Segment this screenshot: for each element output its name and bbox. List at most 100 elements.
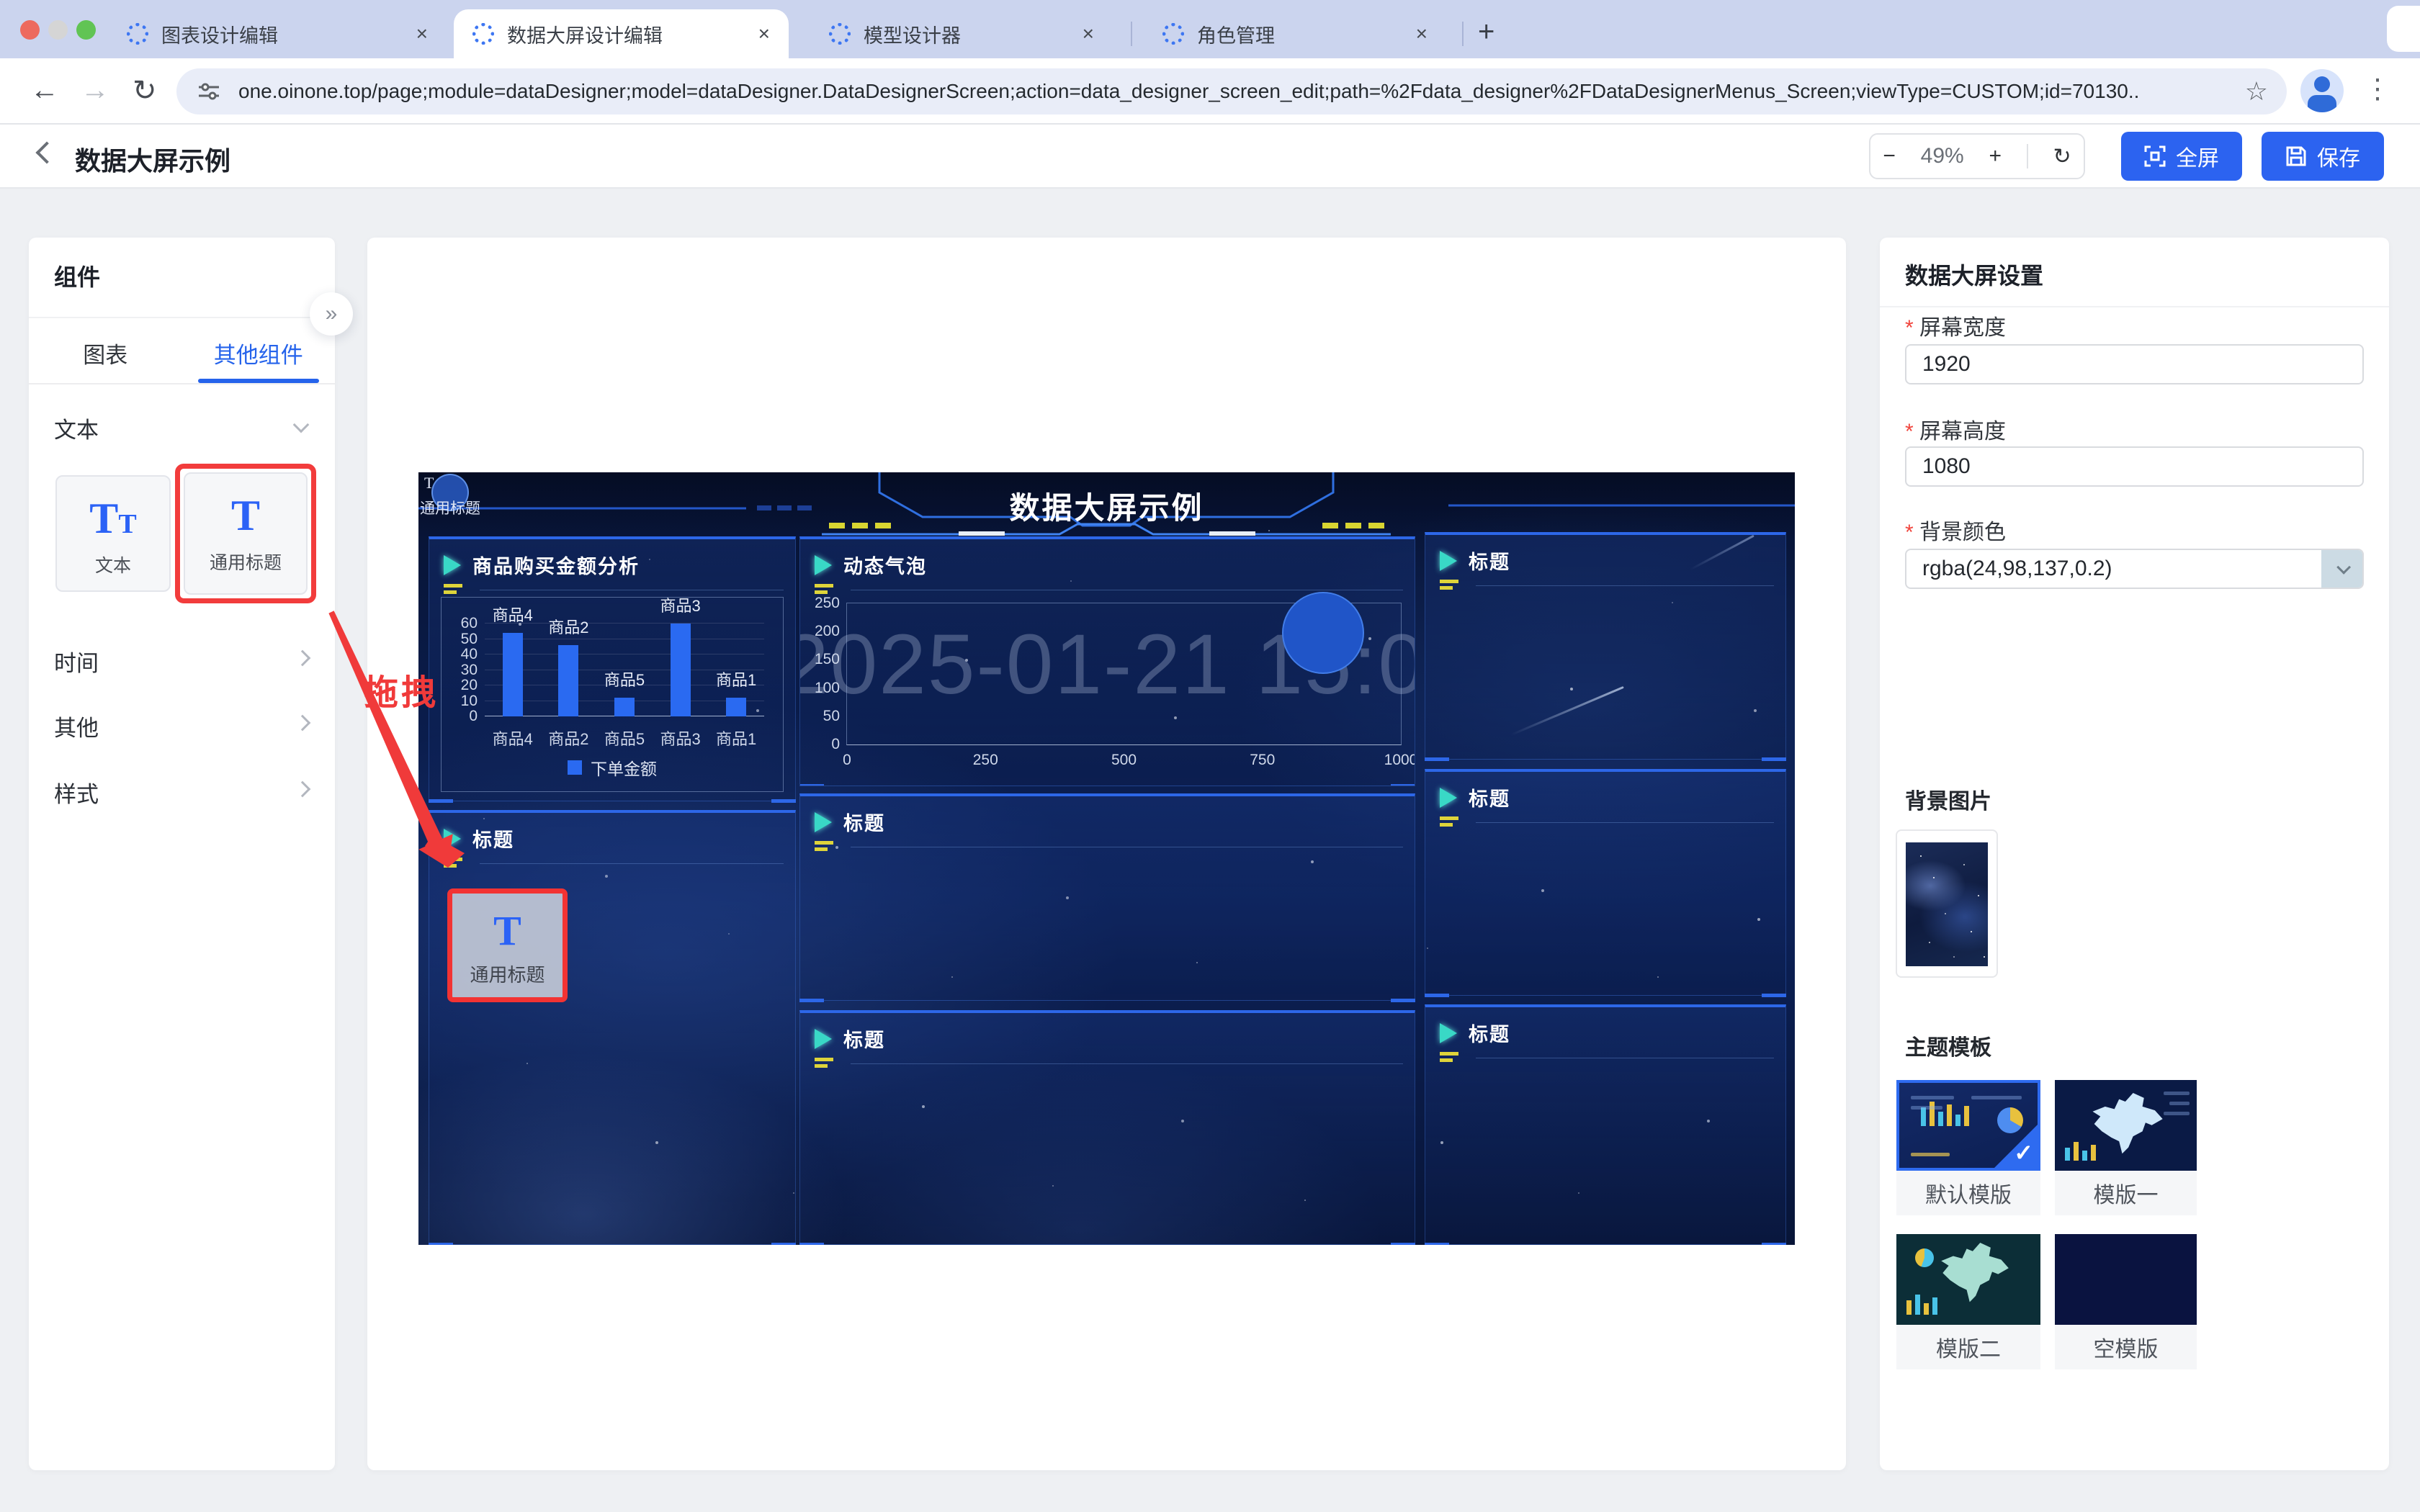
bar[interactable] xyxy=(503,633,523,716)
oinone-favicon xyxy=(1162,23,1184,45)
tab-charts[interactable]: 图表 xyxy=(29,323,182,383)
template-two[interactable]: 模版二 xyxy=(1896,1234,2040,1369)
panel-bubble-chart[interactable]: 动态气泡 2025-01-21 15:05:5 0501001502002500… xyxy=(799,536,1415,786)
panel-title-r3[interactable]: 标题 xyxy=(1425,1004,1786,1245)
panel-title-l2[interactable]: 标题 T 通用标题 xyxy=(429,810,796,1245)
bar[interactable] xyxy=(671,624,691,716)
tab-other-components[interactable]: 其他组件 xyxy=(182,323,336,383)
panel-title-r1[interactable]: 标题 xyxy=(1425,532,1786,760)
chevron-right-icon[interactable] xyxy=(295,650,311,667)
panel-bar-chart[interactable]: 商品购买金额分析 0102030405060商品4商品4商品2商品2商品5商品5… xyxy=(429,536,796,801)
page-header: 数据大屏示例 − 49% + ↻ 全屏 保存 xyxy=(0,125,2420,189)
browser-menu-icon[interactable]: ⋮ xyxy=(2364,73,2391,105)
bg-image-card[interactable] xyxy=(1896,829,1998,978)
browser-tab-role-management[interactable]: 角色管理 × xyxy=(1144,9,1446,58)
panel-title-r2[interactable]: 标题 xyxy=(1425,769,1786,996)
section-style[interactable]: 样式 xyxy=(54,776,99,809)
y-axis-tick: 0 xyxy=(469,708,478,725)
yellow-dash-deco xyxy=(1440,816,1458,829)
yellow-dash-deco xyxy=(444,584,462,597)
bar-value-label: 商品2 xyxy=(548,615,588,638)
bar-slots: 商品4商品4商品2商品2商品5商品5商品3商品3商品1商品1 xyxy=(485,624,764,716)
tab-label: 图表设计编辑 xyxy=(161,20,278,48)
browser-tab-dashboard-design[interactable]: 数据大屏设计编辑 × xyxy=(454,9,789,58)
fullscreen-label: 全屏 xyxy=(2176,140,2219,172)
x-axis-tick: 500 xyxy=(1111,752,1137,769)
forward-icon[interactable]: → xyxy=(81,74,109,107)
chevron-right-icon[interactable] xyxy=(295,781,311,798)
bar-slot: 商品2商品2 xyxy=(541,624,597,716)
header-underline xyxy=(480,863,784,864)
chevron-down-icon xyxy=(2336,560,2351,575)
design-canvas[interactable]: 数据大屏示例 T 通用标题 商品购买金额分析 0102030405060商品4商… xyxy=(367,238,1846,1470)
section-other[interactable]: 其他 xyxy=(54,710,99,742)
section-text[interactable]: 文本 xyxy=(54,412,99,444)
tab-close-icon[interactable]: × xyxy=(392,22,428,45)
sidebar-collapse-button[interactable]: » xyxy=(310,292,353,336)
template-one[interactable]: 模版一 xyxy=(2055,1080,2197,1215)
bubble-point[interactable] xyxy=(1282,592,1364,674)
color-picker-swatch[interactable] xyxy=(2321,550,2362,588)
screen-height-input[interactable] xyxy=(1905,446,2364,487)
field-label-screen-height: 屏幕高度 xyxy=(1905,413,2006,445)
legend-swatch xyxy=(568,760,582,775)
tab-close-icon[interactable]: × xyxy=(1392,22,1428,45)
page-title: 数据大屏示例 xyxy=(75,140,230,178)
tab-separator xyxy=(1131,22,1132,46)
site-settings-icon[interactable] xyxy=(197,79,221,104)
zoom-out-button[interactable]: − xyxy=(1883,144,1896,168)
page-back-icon[interactable] xyxy=(35,141,58,163)
component-generic-title[interactable]: T 通用标题 xyxy=(184,472,308,595)
template-default[interactable]: ✓ 默认模版 xyxy=(1896,1080,2040,1215)
yellow-dash-deco xyxy=(815,1058,833,1071)
bg-color-input[interactable] xyxy=(1905,549,2364,589)
y-axis-tick: 200 xyxy=(815,623,840,640)
section-time[interactable]: 时间 xyxy=(54,645,99,678)
play-triangle-icon xyxy=(1440,1023,1457,1043)
browser-toolbar: ← → ↻ one.oinone.top/page;module=dataDes… xyxy=(0,58,2420,125)
header-underline xyxy=(1476,585,1774,586)
fullscreen-button[interactable]: 全屏 xyxy=(2121,132,2242,181)
tab-close-icon[interactable]: × xyxy=(734,22,770,45)
zoom-in-button[interactable]: + xyxy=(1989,144,2002,168)
maximize-window-button[interactable] xyxy=(76,20,96,40)
url-bar[interactable]: one.oinone.top/page;module=dataDesigner;… xyxy=(176,68,2287,114)
reload-icon[interactable]: ↻ xyxy=(133,74,157,107)
divider xyxy=(29,317,335,318)
y-axis-tick: 60 xyxy=(461,615,478,632)
bar[interactable] xyxy=(726,698,746,716)
new-tab-button[interactable]: + xyxy=(1478,16,1494,48)
y-axis-tick: 30 xyxy=(461,662,478,679)
minimize-window-button[interactable] xyxy=(48,20,68,40)
bar[interactable] xyxy=(558,645,578,716)
header-underline xyxy=(851,1063,1403,1064)
profile-avatar[interactable] xyxy=(2300,69,2344,112)
chevron-down-icon[interactable] xyxy=(293,417,310,433)
bar[interactable] xyxy=(614,698,635,716)
panel-title-m2[interactable]: 标题 xyxy=(799,793,1415,1001)
save-button[interactable]: 保存 xyxy=(2262,132,2384,181)
divider xyxy=(1880,306,2389,307)
theme-templates-label: 主题模板 xyxy=(1905,1030,1991,1061)
play-triangle-icon xyxy=(815,555,832,575)
component-text[interactable]: TT 文本 xyxy=(55,475,171,592)
highlight-box: T 通用标题 xyxy=(175,464,316,603)
panel-title-m3[interactable]: 标题 xyxy=(799,1010,1415,1245)
zoom-reset-icon[interactable]: ↻ xyxy=(2053,144,2071,169)
check-icon: ✓ xyxy=(2014,1139,2033,1166)
back-icon[interactable]: ← xyxy=(30,74,59,107)
close-window-button[interactable] xyxy=(20,20,40,40)
browser-tab-model-designer[interactable]: 模型设计器 × xyxy=(810,9,1113,58)
screen-width-input[interactable] xyxy=(1905,344,2364,384)
bookmark-star-icon[interactable]: ☆ xyxy=(2245,76,2268,107)
template-empty[interactable]: 空模版 xyxy=(2055,1234,2197,1369)
template-label: 默认模版 xyxy=(1896,1171,2040,1215)
chevron-right-icon[interactable] xyxy=(295,715,311,732)
dropped-ghost-component[interactable]: T 通用标题 xyxy=(420,472,528,518)
dashboard-preview[interactable]: 数据大屏示例 T 通用标题 商品购买金额分析 0102030405060商品4商… xyxy=(418,472,1795,1245)
tab-close-icon[interactable]: × xyxy=(1058,22,1094,45)
y-axis-tick: 100 xyxy=(815,680,840,697)
x-axis-label: 商品5 xyxy=(604,726,645,750)
dragged-component-drop[interactable]: T 通用标题 xyxy=(447,888,568,1002)
browser-tab-chart-design[interactable]: 图表设计编辑 × xyxy=(108,9,447,58)
